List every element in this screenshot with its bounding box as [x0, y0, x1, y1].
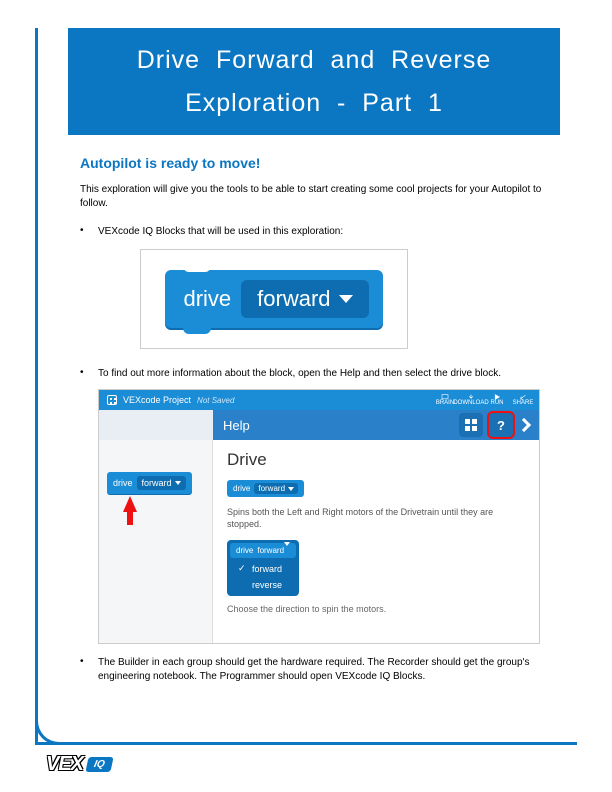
vex-wordmark: VEX	[46, 753, 83, 776]
help-sample-block: drive forward	[227, 480, 304, 497]
help-label: Help	[223, 418, 250, 433]
block-label-drive: drive	[183, 286, 231, 312]
bullet-dot: •	[80, 367, 98, 381]
help-block-drive: drive	[233, 484, 250, 493]
help-description: Spins both the Left and Right motors of …	[227, 507, 525, 530]
help-panel: Drive drive forward Spins both the Left …	[213, 440, 539, 643]
run-icon: RUN	[489, 394, 505, 406]
page-border-bottom	[35, 742, 577, 745]
chevron-down-icon	[339, 295, 353, 303]
help-body: drive forward Drive drive forward Spins …	[99, 440, 539, 643]
content-area: Autopilot is ready to move! This explora…	[80, 155, 558, 692]
help-question-icon: ?	[489, 413, 513, 437]
check-icon: ✓	[238, 563, 246, 574]
figure-help-panel: VEXcode Project Not Saved BRAIN DOWNLOAD…	[98, 389, 540, 644]
iq-badge: IQ	[85, 757, 113, 772]
chevron-down-icon	[284, 542, 290, 555]
mini-forward-text: forward	[142, 478, 172, 488]
bullet-2-text: To find out more information about the b…	[98, 367, 501, 381]
chevron-right-icon	[517, 418, 531, 432]
app-topbar: VEXcode Project Not Saved BRAIN DOWNLOAD…	[99, 390, 539, 410]
bullet-3: • The Builder in each group should get t…	[80, 656, 558, 684]
help-panel-title: Drive	[227, 450, 525, 470]
opt-reverse-text: reverse	[252, 580, 282, 590]
dropdown-option-forward: ✓ forward	[230, 560, 296, 577]
bullet-dot: •	[80, 656, 98, 684]
help-block-forward: forward	[254, 483, 298, 494]
grid-icon	[459, 413, 483, 437]
dropdown-option-reverse: reverse	[230, 577, 296, 593]
save-status: Not Saved	[197, 396, 234, 405]
bullet-1-text: VEXcode IQ Blocks that will be used in t…	[98, 225, 343, 239]
project-name: VEXcode Project	[123, 395, 191, 405]
help-subtext: Choose the direction to spin the motors.	[227, 604, 525, 614]
opt-forward-text: forward	[252, 564, 282, 574]
help-block-forward-text: forward	[258, 484, 285, 493]
dd-forward-text: forward	[257, 546, 284, 555]
help-header-icons: ?	[459, 413, 529, 437]
block-param-text: forward	[257, 286, 330, 312]
dropdown-header: drive forward	[230, 543, 296, 558]
chevron-down-icon	[175, 481, 181, 485]
dd-forward: forward	[257, 546, 290, 555]
toolbar-icons: BRAIN DOWNLOAD RUN SHARE	[437, 394, 531, 406]
dd-drive: drive	[236, 546, 253, 555]
canvas-area: drive forward	[99, 440, 213, 643]
bullet-dot: •	[80, 225, 98, 239]
page-border-left	[35, 28, 38, 743]
bullet-1: • VEXcode IQ Blocks that will be used in…	[80, 225, 558, 239]
help-header: Help ?	[99, 410, 539, 440]
intro-paragraph: This exploration will give you the tools…	[80, 183, 558, 211]
canvas-drive-block: drive forward	[107, 472, 192, 494]
code-block-drive: drive forward	[165, 270, 382, 328]
chevron-down-icon	[288, 487, 294, 491]
mini-drive-text: drive	[113, 478, 133, 488]
download-icon: DOWNLOAD	[463, 394, 479, 406]
bullet-3-text: The Builder in each group should get the…	[98, 656, 558, 684]
bullet-2: • To find out more information about the…	[80, 367, 558, 381]
brain-icon: BRAIN	[437, 394, 453, 406]
dropdown-example: drive forward ✓ forward reverse	[227, 540, 299, 596]
arrow-up-icon	[123, 496, 137, 512]
block-param-forward: forward	[241, 280, 368, 318]
figure-drive-block: drive forward	[140, 249, 408, 349]
page-title-box: Drive Forward and Reverse Exploration - …	[68, 28, 560, 135]
menu-icon	[107, 395, 117, 405]
footer-logo: VEX IQ	[46, 753, 112, 776]
title-line-1: Drive Forward and Reverse	[68, 46, 560, 75]
share-icon: SHARE	[515, 394, 531, 406]
mini-forward-param: forward	[137, 476, 186, 490]
title-line-2: Exploration - Part 1	[68, 89, 560, 118]
project-name-area: VEXcode Project Not Saved	[107, 395, 429, 405]
section-heading: Autopilot is ready to move!	[80, 155, 558, 171]
